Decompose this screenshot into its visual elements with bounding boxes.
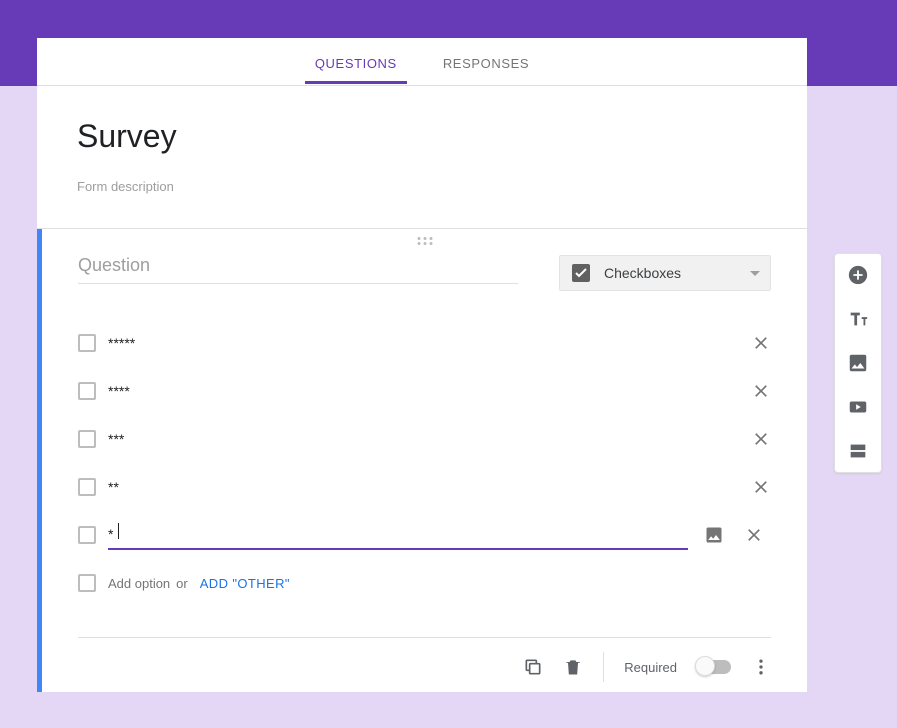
tab-bar: QUESTIONS RESPONSES: [37, 38, 807, 86]
remove-option-button[interactable]: [751, 477, 771, 497]
checkbox-placeholder: [78, 574, 96, 592]
checkbox-placeholder: [78, 334, 96, 352]
form-header: Survey Form description: [37, 86, 807, 229]
more-options-button[interactable]: [751, 657, 771, 677]
checkbox-placeholder: [78, 478, 96, 496]
tab-questions[interactable]: QUESTIONS: [305, 39, 407, 84]
question-card[interactable]: Question Checkboxes *****: [37, 229, 807, 692]
chevron-down-icon: [750, 271, 760, 276]
duplicate-button[interactable]: [523, 657, 543, 677]
checkbox-placeholder: [78, 430, 96, 448]
required-toggle[interactable]: [697, 660, 731, 674]
add-other-button[interactable]: ADD "OTHER": [200, 576, 290, 591]
add-option-or: or: [176, 576, 188, 591]
form-description[interactable]: Form description: [77, 179, 767, 194]
add-image-button[interactable]: [704, 525, 724, 545]
checkbox-placeholder: [78, 526, 96, 544]
option-row: ****: [78, 367, 771, 415]
checkbox-placeholder: [78, 382, 96, 400]
add-image-button[interactable]: [847, 352, 869, 374]
option-text-input[interactable]: ***: [108, 425, 735, 453]
remove-option-button[interactable]: [751, 381, 771, 401]
option-text-input[interactable]: ****: [108, 377, 735, 405]
remove-option-button[interactable]: [744, 525, 764, 545]
options-list: ***** **** ***: [78, 319, 771, 607]
delete-button[interactable]: [563, 657, 583, 677]
question-title-input[interactable]: Question: [78, 255, 518, 284]
question-type-dropdown[interactable]: Checkboxes: [559, 255, 771, 291]
option-row: *: [78, 511, 771, 559]
remove-option-button[interactable]: [751, 429, 771, 449]
side-toolbar: [834, 253, 882, 473]
divider: [603, 652, 604, 682]
add-option-row: Add option or ADD "OTHER": [78, 559, 771, 607]
question-type-label: Checkboxes: [604, 265, 736, 281]
question-footer: Required: [78, 637, 771, 682]
required-label: Required: [624, 660, 677, 675]
add-option-link[interactable]: Add option: [108, 576, 170, 591]
add-section-button[interactable]: [847, 440, 869, 462]
option-row: *****: [78, 319, 771, 367]
add-question-button[interactable]: [847, 264, 869, 286]
option-row: ***: [78, 415, 771, 463]
checkbox-icon: [572, 264, 590, 282]
add-title-button[interactable]: [847, 308, 869, 330]
remove-option-button[interactable]: [751, 333, 771, 353]
option-text-input[interactable]: **: [108, 473, 735, 501]
option-text-input[interactable]: *: [108, 520, 688, 550]
add-video-button[interactable]: [847, 396, 869, 418]
option-row: **: [78, 463, 771, 511]
option-text-input[interactable]: *****: [108, 329, 735, 357]
tab-responses[interactable]: RESPONSES: [433, 39, 539, 84]
drag-handle-icon[interactable]: [417, 237, 432, 245]
form-title[interactable]: Survey: [77, 118, 767, 155]
form-editor: QUESTIONS RESPONSES Survey Form descript…: [37, 38, 807, 692]
